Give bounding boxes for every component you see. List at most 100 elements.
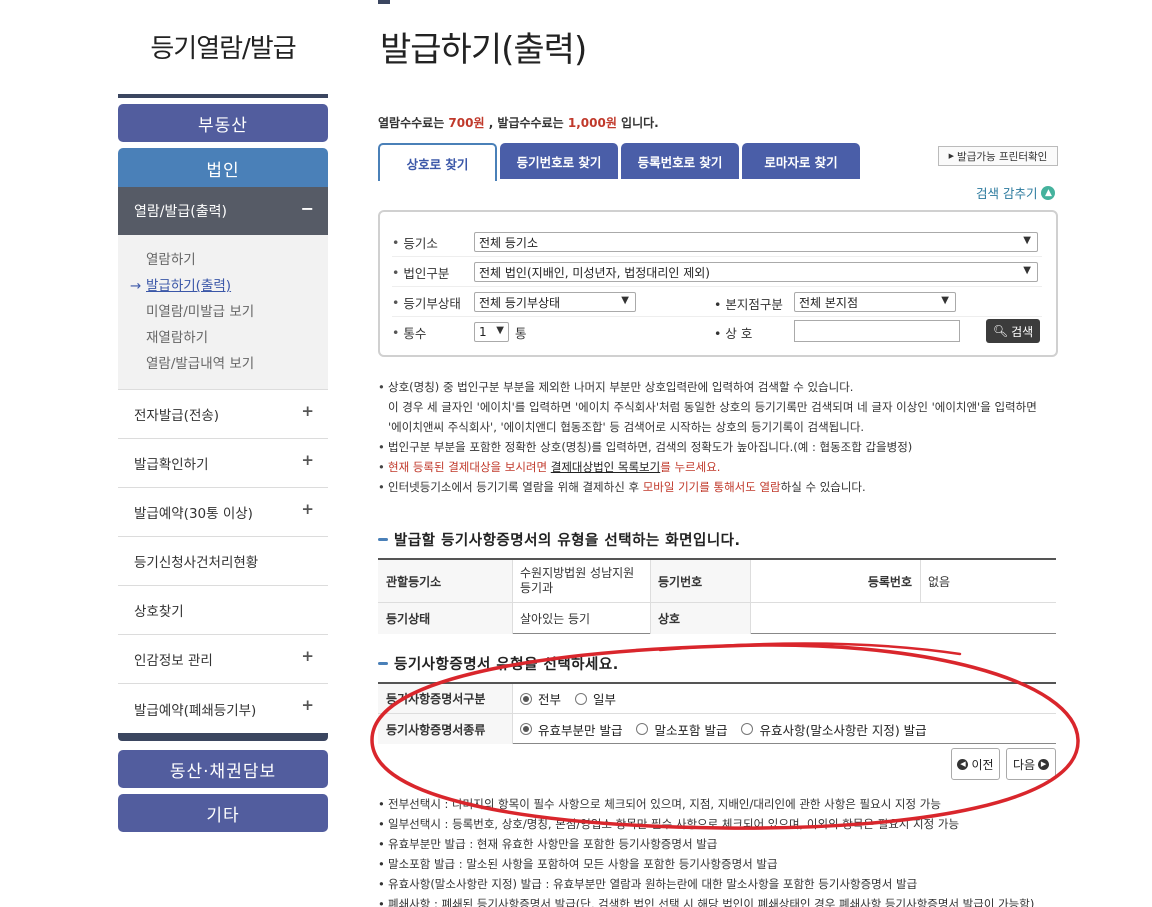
reg-no-label: 등기번호	[650, 560, 750, 602]
radio-unchecked-icon[interactable]	[636, 723, 649, 735]
note-red: 를 누르세요.	[660, 460, 721, 474]
certificate-type-table: 등기사항증명서구분 전부 일부 등기사항증명서종류 유효부분만 발급 말소포함 …	[378, 682, 1056, 744]
radio-checked-icon[interactable]	[520, 692, 532, 705]
radio-label: 일부	[593, 692, 617, 707]
prev-button-label: 이전	[971, 757, 994, 772]
menu-issue-reserve[interactable]: 발급예약(30통 이상) +	[118, 488, 328, 537]
radio-checked-icon[interactable]	[520, 723, 532, 735]
kind-options: 유효부분만 발급 말소포함 발급 유효사항(말소사항란 지정) 발급	[512, 714, 1056, 744]
submenu-review[interactable]: 재열람하기	[118, 325, 328, 351]
bullet-icon: •	[392, 264, 400, 280]
menu-label: 상호찾기	[134, 604, 184, 620]
tab-registration-no-search[interactable]: 등록번호로 찾기	[621, 143, 739, 179]
search-icon: 🔍︎	[992, 324, 1009, 338]
collapse-minus-icon[interactable]: −	[301, 199, 314, 218]
fee-text: 입니다.	[616, 116, 659, 130]
submenu-unviewed[interactable]: 미열람/미발급 보기	[118, 299, 328, 325]
kind-valid-radio[interactable]: 유효부분만 발급	[520, 720, 622, 739]
divider	[650, 560, 651, 634]
row-registry: • 등기소	[392, 230, 438, 254]
tab-name-search[interactable]: 상호로 찾기	[378, 143, 497, 181]
divider	[750, 560, 751, 634]
menu-label: 전자발급(전송)	[134, 408, 220, 424]
status-value: 전체 등기부상태	[479, 295, 561, 310]
submenu-history[interactable]: 열람/발급내역 보기	[118, 351, 328, 377]
jurisdiction-value-line: 등기과	[520, 581, 554, 595]
menu-electronic-issue[interactable]: 전자발급(전송) +	[118, 390, 328, 439]
tab-reg-no-search[interactable]: 등기번호로 찾기	[500, 143, 618, 179]
expand-plus-icon[interactable]: +	[301, 402, 314, 420]
reg-status-label: 등기상태	[378, 603, 512, 634]
note-item: 상호(명칭) 중 법인구분 부분을 제외한 나머지 부분만 상호입력란에 입력하…	[378, 377, 1068, 397]
menu-label: 발급예약(폐쇄등기부)	[134, 702, 257, 719]
kind-include-cancel-radio[interactable]: 말소포함 발급	[636, 720, 727, 739]
printer-check-button[interactable]: ▶ 발급가능 프린터확인	[938, 146, 1058, 166]
branch-select[interactable]: 전체 본지점 ▼	[794, 292, 956, 312]
jurisdiction-value: 수원지방법원 성남지원 등기과	[512, 560, 650, 602]
menu-label: 발급확인하기	[134, 457, 209, 473]
radio-unchecked-icon[interactable]	[575, 692, 588, 705]
menu-name-search[interactable]: 상호찾기	[118, 586, 328, 635]
expand-plus-icon[interactable]: +	[301, 647, 314, 665]
bullet-icon: •	[714, 326, 726, 341]
menu-closed-reserve[interactable]: 발급예약(폐쇄등기부) +	[118, 684, 328, 733]
expand-plus-icon[interactable]: +	[301, 696, 314, 714]
realty-button[interactable]: 부동산	[118, 104, 328, 142]
submenu: 열람하기 → 발급하기(출력) 미열람/미발급 보기 재열람하기 열람/발급내역…	[118, 235, 328, 390]
section-dash-icon	[378, 538, 388, 541]
copies-select[interactable]: 1 ▼	[474, 322, 509, 342]
name-label: 상 호	[725, 326, 753, 341]
registration-value: 없음	[928, 574, 951, 589]
registry-select[interactable]: 전체 등기소 ▼	[474, 232, 1038, 252]
next-button[interactable]: 다음 ▶	[1006, 748, 1056, 780]
expand-plus-icon[interactable]: +	[301, 500, 314, 518]
chevron-right-icon: ▶	[1038, 758, 1050, 770]
movable-collateral-button[interactable]: 동산·채권담보	[118, 750, 328, 788]
payment-list-link[interactable]: 결제대상법인 목록보기	[551, 460, 660, 474]
section-title-text: 발급할 등기사항증명서의 유형을 선택하는 화면입니다.	[394, 533, 741, 549]
corp-type-select[interactable]: 전체 법인(지배인, 미성년자, 법정대리인 제외) ▼	[474, 262, 1038, 282]
copies-unit: 통	[515, 326, 527, 341]
expand-plus-icon[interactable]: +	[301, 451, 314, 469]
menu-case-status[interactable]: 등기신청사건처리현황	[118, 537, 328, 586]
scope-partial-radio[interactable]: 일부	[575, 689, 616, 708]
radio-label: 전부	[538, 692, 562, 707]
name-input[interactable]	[794, 320, 960, 342]
etc-button[interactable]: 기타	[118, 794, 328, 832]
next-button-label: 다음	[1012, 757, 1036, 772]
issue-fee: 1,000원	[567, 116, 617, 130]
note-text: 하실 수 있습니다.	[780, 480, 866, 494]
radio-unchecked-icon[interactable]	[741, 723, 754, 735]
view-fee: 700원	[448, 116, 485, 130]
note-item: 전부선택시 : 나머지의 항목이 필수 사항으로 체크되어 있으며, 지점, 지…	[378, 794, 1068, 814]
note-item: 인터넷등기소에서 등기기록 열람을 위해 결제하신 후 모바일 기기를 통해서도…	[378, 477, 1068, 497]
registration-label: 등록번호	[850, 560, 920, 602]
fee-text: , 발급수수료는	[484, 116, 568, 130]
submenu-view[interactable]: 열람하기	[118, 247, 328, 273]
prev-button[interactable]: ◀ 이전	[951, 748, 1000, 780]
section-title-choose-type: 등기사항증명서 유형을 선택하세요.	[378, 653, 619, 674]
corp-button[interactable]: 법인	[118, 148, 328, 188]
note-item: 일부선택시 : 등록번호, 상호/명칭, 본점/영업소 항목만 필수 사항으로 …	[378, 814, 1068, 834]
menu-seal-info[interactable]: 인감정보 관리 +	[118, 635, 328, 684]
section-title-text: 등기사항증명서 유형을 선택하세요.	[394, 657, 619, 673]
bullet-icon: •	[714, 297, 726, 312]
kind-label: 등기사항증명서종류	[378, 714, 512, 744]
kind-designated-radio[interactable]: 유효사항(말소사항란 지정) 발급	[741, 720, 927, 739]
status-select[interactable]: 전체 등기부상태 ▼	[474, 292, 636, 312]
menu-issue-check[interactable]: 발급확인하기 +	[118, 439, 328, 488]
note-item: '에이치앤씨 주식회사', '에이치앤디 협동조합' 등 검색어로 시작하는 상…	[388, 420, 865, 434]
chevron-down-icon: ▼	[1023, 265, 1031, 276]
scope-all-radio[interactable]: 전부	[520, 689, 561, 708]
tab-roman-search[interactable]: 로마자로 찾기	[742, 143, 860, 179]
bullet-icon: •	[392, 324, 400, 340]
type-notes: 전부선택시 : 나머지의 항목이 필수 사항으로 체크되어 있으며, 지점, 지…	[378, 794, 1068, 907]
menu-view-issue[interactable]: 열람/발급(출력) −	[118, 187, 328, 235]
row-copies: • 통수	[392, 320, 426, 344]
submenu-issue[interactable]: → 발급하기(출력)	[118, 273, 328, 299]
section-title-select-type: 발급할 등기사항증명서의 유형을 선택하는 화면입니다.	[378, 529, 741, 550]
search-button[interactable]: 🔍︎ 검색	[986, 319, 1040, 343]
submenu-issue-label: 발급하기(출력)	[146, 278, 232, 294]
search-collapse-toggle[interactable]: 검색 감추기 ▲	[976, 183, 1056, 202]
sidebar-title: 등기열람/발급	[150, 34, 296, 64]
